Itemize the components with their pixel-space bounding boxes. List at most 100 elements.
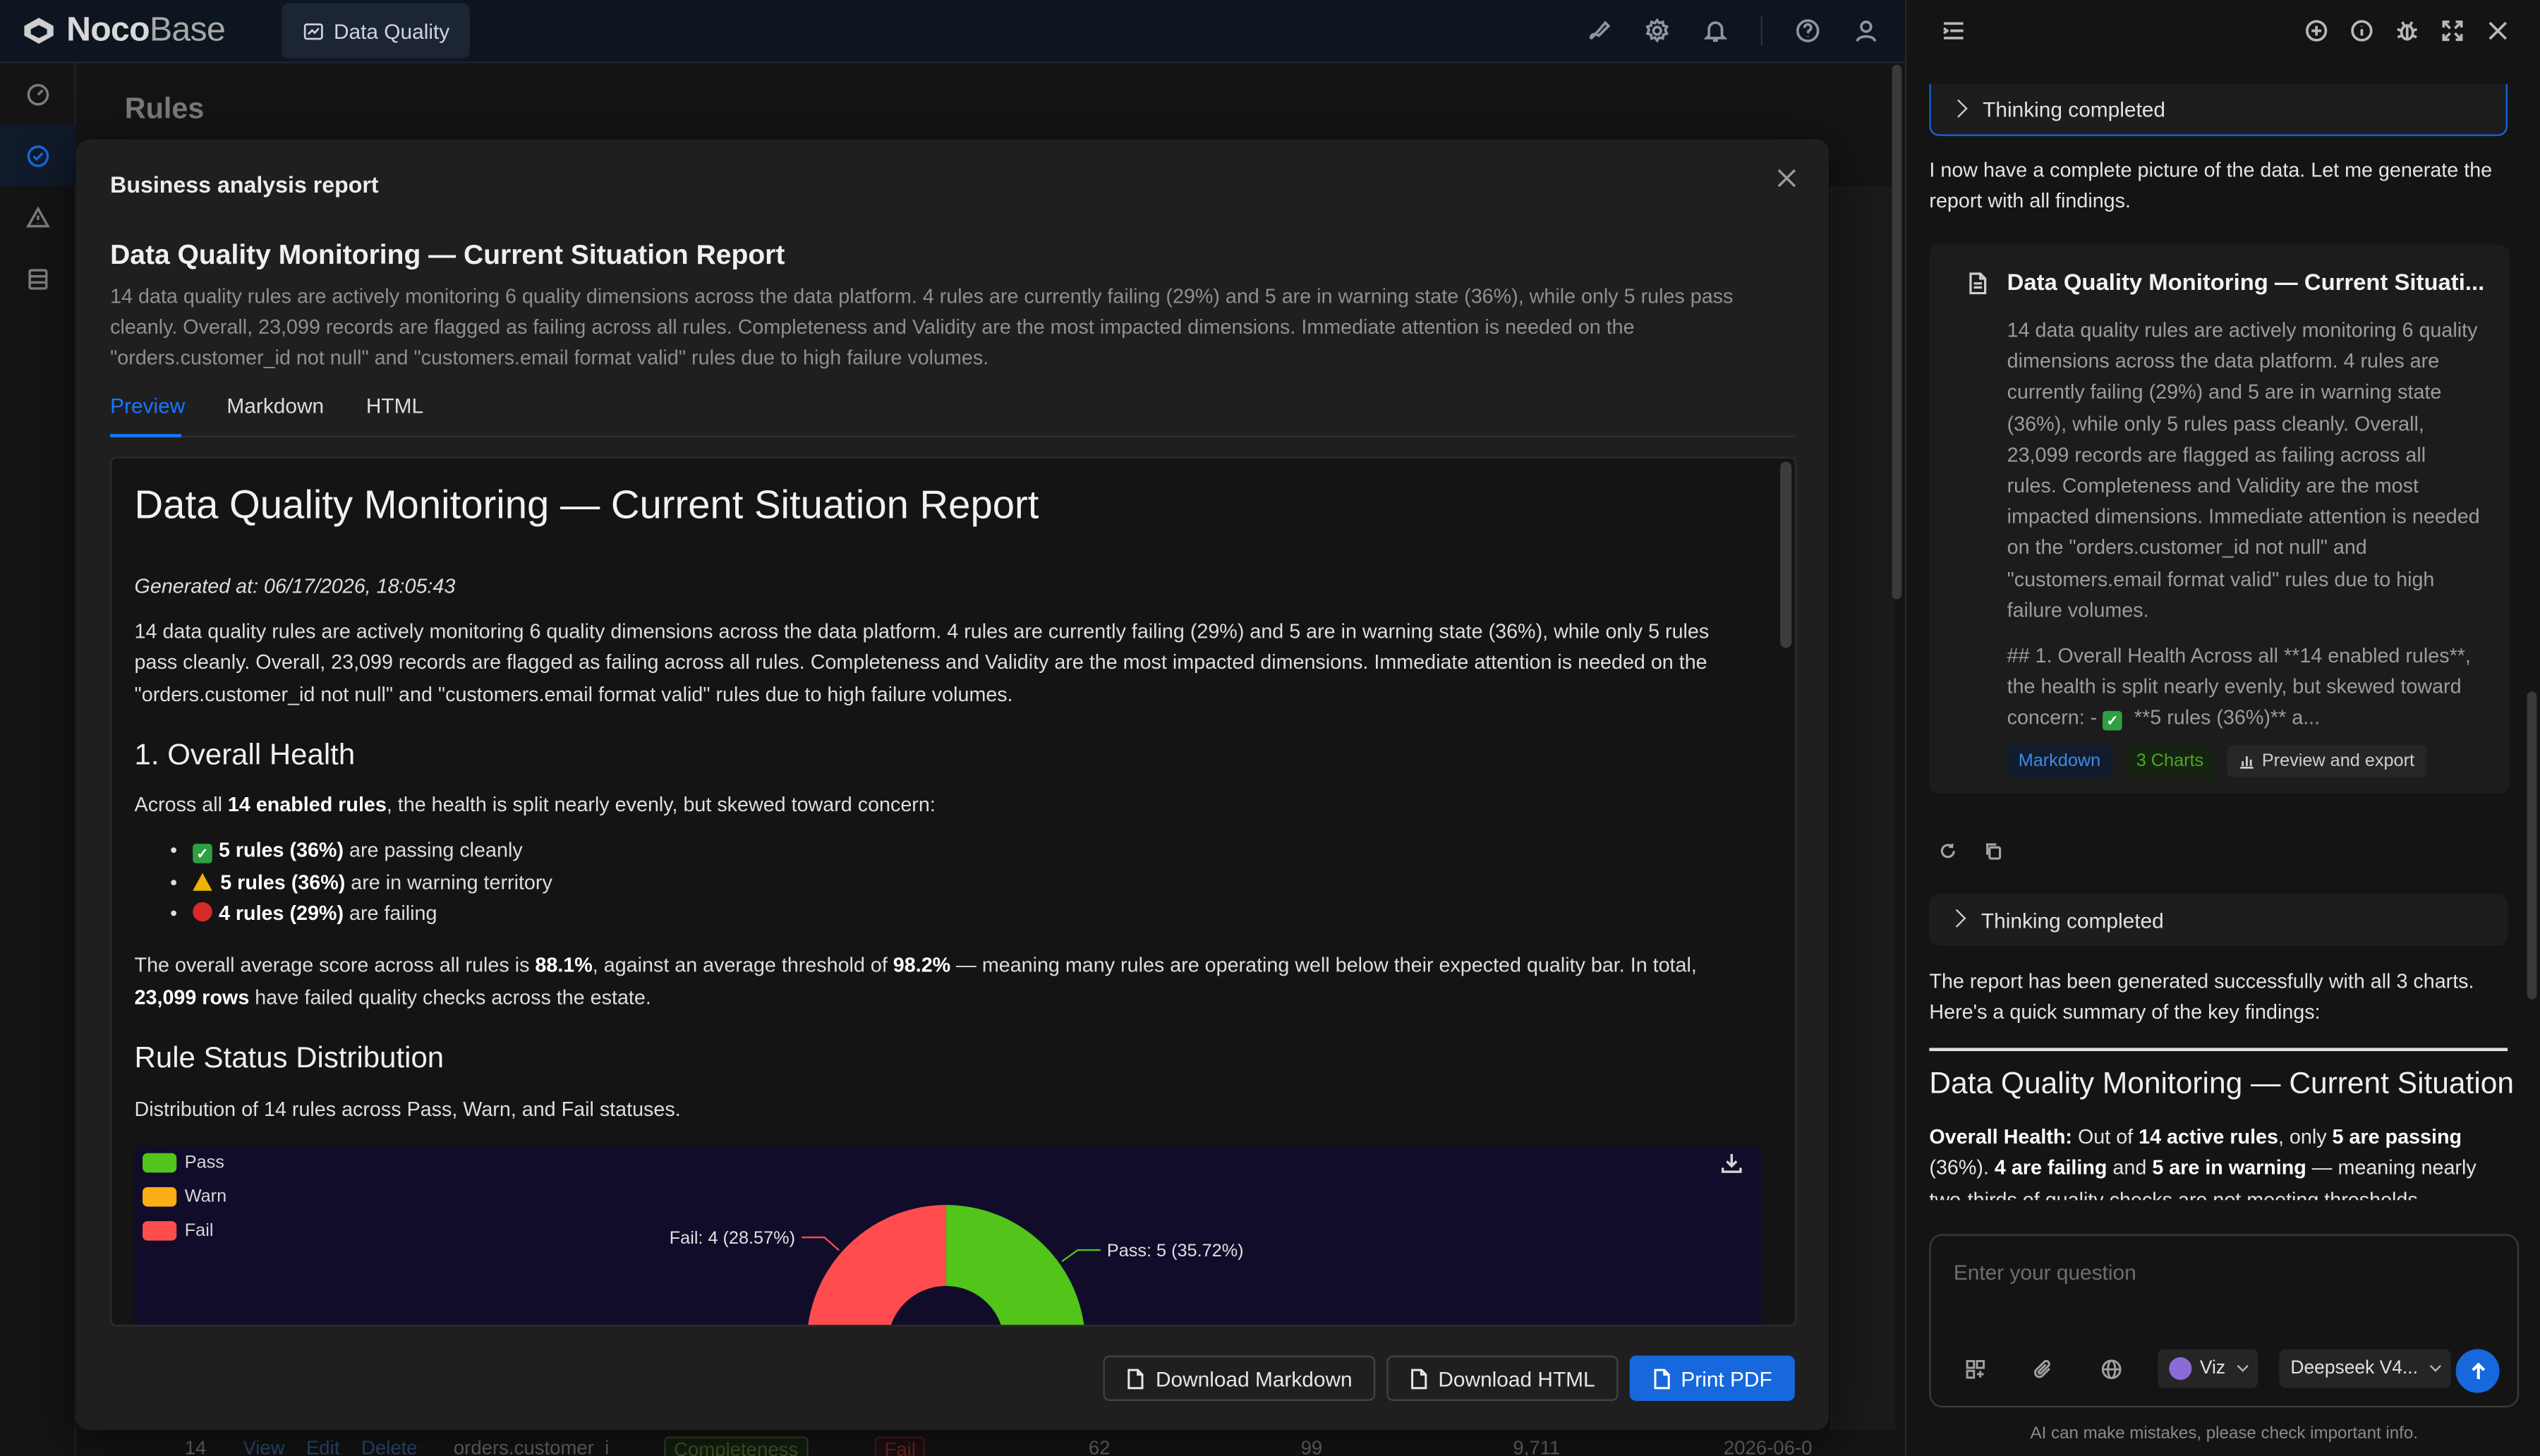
cell-date: 2026-06-0: [1723, 1436, 1813, 1456]
list-item: ✓5 rules (36%) are passing cleanly: [170, 839, 1754, 871]
assistant-message: I now have a complete picture of the dat…: [1929, 158, 2493, 213]
divider: [1760, 16, 1762, 46]
avatar: [2169, 1357, 2192, 1381]
chevron-right-icon: [1947, 909, 1966, 928]
new-chat-icon[interactable]: [2305, 20, 2328, 42]
panel-header: [1906, 0, 2540, 63]
card-tags: Markdown 3 Charts Preview and export: [2007, 745, 2426, 778]
tab-preview[interactable]: Preview: [110, 394, 185, 418]
close-icon[interactable]: [1774, 166, 1800, 193]
dimension-tag: Completeness: [664, 1436, 809, 1456]
pie-slice-fail[interactable]: [806, 1205, 946, 1326]
left-sidebar: [0, 63, 76, 1456]
bar-chart-icon: [2240, 756, 2254, 769]
arrow-up-icon: [2471, 1361, 2485, 1378]
average-paragraph: The overall average score across all rul…: [134, 954, 1697, 1009]
view-link[interactable]: View: [243, 1436, 284, 1456]
download-chart-icon[interactable]: [1720, 1151, 1743, 1174]
sidebar-item-dashboard[interactable]: [0, 63, 76, 125]
report-card[interactable]: Data Quality Monitoring — Current Situat…: [1929, 244, 2510, 794]
thinking-collapse[interactable]: Thinking completed: [1929, 894, 2508, 946]
input-tools: [1965, 1359, 2122, 1380]
card-summary: 14 data quality rules are actively monit…: [2007, 319, 2480, 622]
model-selector[interactable]: Deepseek V4...: [2279, 1349, 2450, 1388]
delete-link[interactable]: Delete: [361, 1436, 418, 1456]
menu-toggle-icon[interactable]: [1942, 20, 1965, 51]
close-icon[interactable]: [2486, 20, 2509, 42]
assistant-message: The report has been generated successful…: [1929, 970, 2474, 1024]
ai-disclaimer: AI can make mistakes, please check impor…: [2030, 1424, 2418, 1443]
brush-icon[interactable]: [1586, 18, 1612, 44]
preview-scrollbar[interactable]: [1780, 461, 1792, 648]
report-title: Data Quality Monitoring — Current Situat…: [110, 239, 785, 271]
cell-value: 99: [1300, 1436, 1323, 1456]
preview-heading: Data Quality Monitoring — Current Situat…: [134, 484, 1039, 528]
legend-item-warn[interactable]: Warn: [143, 1187, 226, 1207]
red-circle-icon: [193, 902, 212, 922]
chevron-down-icon: [2237, 1360, 2249, 1372]
report-modal: Business analysis report Data Quality Mo…: [75, 139, 1830, 1431]
expand-icon[interactable]: [2441, 20, 2464, 42]
question-input[interactable]: Enter your question: [1954, 1260, 2136, 1284]
page-title: Rules: [124, 92, 205, 125]
report-summary: 14 data quality rules are actively monit…: [110, 285, 1734, 370]
modal-title: Business analysis report: [110, 171, 379, 198]
row-number: 14: [184, 1436, 207, 1456]
top-navbar: NocoBase Data Quality: [0, 0, 1905, 63]
summary-heading: Data Quality Monitoring — Current Situat…: [1929, 1065, 2515, 1100]
health-list: ✓5 rules (36%) are passing cleanly 5 rul…: [170, 839, 1754, 934]
attachment-icon[interactable]: [2033, 1359, 2054, 1380]
sidebar-item-alerts[interactable]: [0, 186, 76, 248]
health-paragraph: Across all 14 enabled rules, the health …: [134, 793, 936, 816]
logo[interactable]: NocoBase: [21, 11, 226, 50]
download-html-button[interactable]: Download HTML: [1386, 1355, 1618, 1401]
chat-scrollbar[interactable]: [2527, 691, 2537, 1000]
check-circle-icon: [27, 145, 49, 166]
help-icon[interactable]: [1795, 18, 1821, 44]
edit-link[interactable]: Edit: [306, 1436, 339, 1456]
check-mark-icon: ✓: [2103, 711, 2122, 732]
print-pdf-button[interactable]: Print PDF: [1628, 1355, 1795, 1401]
data-label-fail: Fail: 4 (28.57%): [670, 1228, 795, 1248]
card-markdown-excerpt: ## 1. Overall Health Across all **14 ena…: [2007, 641, 2487, 734]
nav-tab-data-quality[interactable]: Data Quality: [282, 3, 470, 59]
globe-icon[interactable]: [2101, 1359, 2122, 1380]
agent-selector[interactable]: Viz: [2158, 1349, 2258, 1388]
page-scrollbar[interactable]: [1892, 64, 1902, 600]
charts-count-tag: 3 Charts: [2124, 745, 2215, 778]
tab-markdown[interactable]: Markdown: [226, 394, 324, 418]
status-pie-chart: Pass: 5 (35.72%) Fail: 4 (28.57%) Pass Wa…: [134, 1145, 1761, 1326]
preview-export-button[interactable]: Preview and export: [2227, 745, 2426, 778]
send-button[interactable]: [2455, 1349, 2500, 1393]
refresh-icon[interactable]: [1939, 842, 1957, 860]
settings-icon[interactable]: [1644, 18, 1670, 44]
report-preview: Data Quality Monitoring — Current Situat…: [110, 456, 1797, 1327]
legend-item-fail[interactable]: Fail: [143, 1221, 213, 1241]
bell-icon[interactable]: [1703, 18, 1729, 44]
nav-tab-label: Data Quality: [333, 18, 450, 43]
message-actions: [1939, 842, 2002, 860]
panel-actions: [2305, 20, 2509, 42]
distribution-description: Distribution of 14 rules across Pass, Wa…: [134, 1098, 681, 1121]
bug-icon[interactable]: [2396, 20, 2419, 42]
cell-value: 9,711: [1513, 1436, 1561, 1456]
grid-icon[interactable]: [1965, 1359, 1986, 1380]
chevron-down-icon: [2429, 1360, 2441, 1372]
top-actions: [1586, 16, 1880, 46]
sidebar-item-reports[interactable]: [0, 248, 76, 309]
thinking-collapse[interactable]: Thinking completed: [1929, 84, 2508, 136]
chat-input-box[interactable]: Enter your question Viz Deepseek V4...: [1929, 1234, 2520, 1408]
pie-chart-canvas: Pass: 5 (35.72%) Fail: 4 (28.57%): [670, 1205, 1244, 1326]
chevron-right-icon: [1949, 99, 1968, 118]
user-icon[interactable]: [1853, 18, 1880, 44]
copy-icon[interactable]: [1984, 842, 2002, 860]
section-heading: 1. Overall Health: [134, 736, 356, 771]
markdown-tag: Markdown: [2007, 745, 2112, 778]
download-markdown-button[interactable]: Download Markdown: [1103, 1355, 1375, 1401]
info-icon[interactable]: [2350, 20, 2373, 42]
background-panel: [1830, 186, 1896, 1431]
sidebar-item-rules[interactable]: [0, 124, 76, 187]
legend-item-pass[interactable]: Pass: [143, 1153, 224, 1173]
tab-html[interactable]: HTML: [366, 394, 423, 418]
pie-slice-pass[interactable]: [945, 1205, 1085, 1326]
